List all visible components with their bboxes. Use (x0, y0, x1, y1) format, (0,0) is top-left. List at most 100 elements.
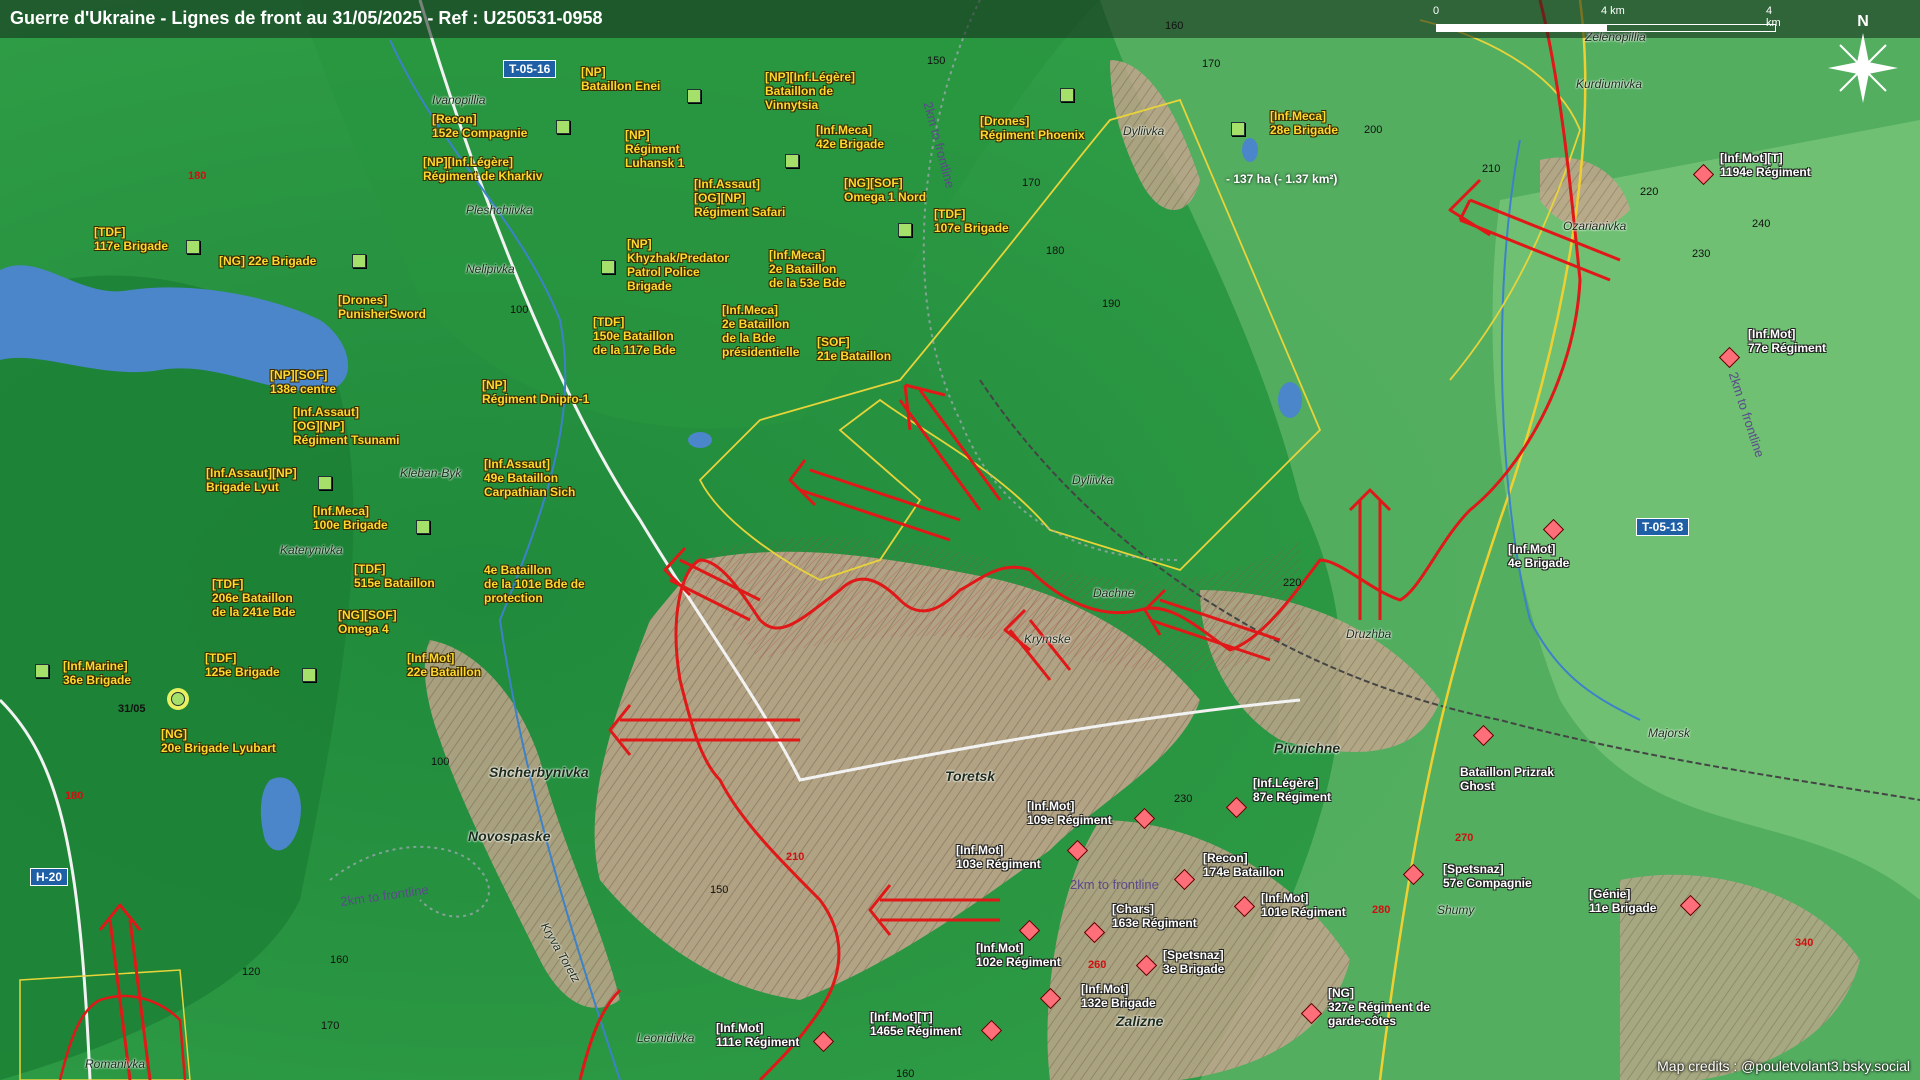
unit-label: [Inf.Mot][T] 1465e Régiment (870, 1010, 962, 1038)
ua-unit[interactable]: [Inf.Meca] 2e Bataillon de la Bde présid… (722, 303, 799, 359)
ua-unit[interactable]: [TDF] 117e Brigade (94, 225, 168, 253)
ua-unit[interactable]: [Inf.Mot] 22e Bataillon (407, 651, 481, 679)
date-mark: 31/05 (118, 703, 146, 715)
ua-unit[interactable]: [TDF] 107e Brigade (934, 207, 1009, 235)
unit-label: [Spetsnaz] 3e Brigade (1163, 948, 1225, 976)
ru-unit[interactable]: [Inf.Mot] 4e Brigade (1508, 542, 1569, 570)
unit-label: [Inf.Mot] 101e Régiment (1261, 891, 1346, 919)
ua-unit[interactable]: [Recon] 152e Compagnie (432, 112, 527, 140)
place: Novospaske (468, 828, 551, 844)
ru-unit[interactable]: [Inf.Mot] 77e Régiment (1748, 327, 1826, 355)
elev: 150 (710, 884, 729, 896)
ru-unit[interactable]: [Inf.Mot] 111e Régiment (716, 1021, 799, 1049)
ua-unit[interactable]: [Drones] Régiment Phoenix (980, 114, 1085, 142)
place: Toretsk (945, 768, 996, 784)
ua-unit[interactable]: [NG] 22e Brigade (219, 254, 316, 268)
unit-label: [TDF] 515e Bataillon (354, 562, 435, 590)
ru-unit[interactable]: [Inf.Mot] 109e Régiment (1027, 799, 1112, 827)
ua-unit[interactable]: [Drones] PunisherSword (338, 293, 426, 321)
ua-unit[interactable]: [Inf.Meca] 28e Brigade (1270, 109, 1338, 137)
ua-unit[interactable]: [NP] Khyzhak/Predator Patrol Police Brig… (627, 237, 729, 293)
elev: 160 (1165, 20, 1184, 32)
ua-unit[interactable]: [Inf.Meca] 100e Brigade (313, 504, 388, 532)
ua-unit[interactable]: [NP][Inf.Légère] Régiment de Kharkiv (423, 155, 542, 183)
ua-unit[interactable]: [Inf.Marine] 36e Brigade (63, 659, 131, 687)
ua-unit[interactable]: [Inf.Assaut] 49e Bataillon Carpathian Si… (484, 457, 575, 499)
ru-unit[interactable]: [Recon] 174e Bataillon (1203, 851, 1284, 879)
place: Ozarianivka (1563, 219, 1627, 233)
ru-unit[interactable]: [Inf.Mot] 102e Régiment (976, 941, 1061, 969)
ua-unit[interactable]: [NP][SOF] 138e centre (270, 368, 336, 396)
ru-unit[interactable]: [Inf.Mot][T] 1194e Régiment (1720, 151, 1811, 179)
ua-unit-symbol[interactable] (687, 89, 701, 103)
ua-unit[interactable]: [TDF] 125e Brigade (205, 651, 280, 679)
ua-unit[interactable]: [Inf.Assaut][NP] Brigade Lyut (206, 466, 297, 494)
ru-unit[interactable]: [Inf.Mot][T] 1465e Régiment (870, 1010, 961, 1038)
ua-unit[interactable]: [NP] Régiment Dnipro-1 (482, 378, 589, 406)
ua-unit[interactable]: [TDF] 150e Bataillon de la 117e Bde (593, 315, 676, 357)
ua-unit-symbol[interactable] (186, 240, 200, 254)
unit-label: [Inf.Meca] 2e Bataillon de la Bde présid… (722, 303, 800, 359)
ua-unit[interactable]: [Inf.Assaut] [OG][NP] Régiment Tsunami (293, 405, 399, 447)
unit-label: [Inf.Mot] 109e Régiment (1027, 799, 1112, 827)
ua-unit-symbol[interactable] (1231, 122, 1245, 136)
ua-unit-symbol[interactable] (302, 668, 316, 682)
place: Kleban-Byk (400, 466, 462, 480)
unit-label: [Inf.Meca] 42e Brigade (816, 123, 885, 151)
place: Dachne (1093, 586, 1135, 600)
ru-unit[interactable]: [Génie] 11e Brigade (1589, 887, 1656, 915)
ru-unit[interactable]: [Inf.Mot] 101e Régiment (1261, 891, 1346, 919)
ua-unit[interactable]: [Inf.Meca] 42e Brigade (816, 123, 884, 151)
ru-unit[interactable]: [Inf.Mot] 132e Brigade (1081, 982, 1156, 1010)
ua-unit-symbol[interactable] (171, 692, 185, 706)
ua-unit[interactable]: [NG][SOF] Omega 4 (338, 608, 397, 636)
ua-unit-symbol[interactable] (1060, 88, 1074, 102)
ru-unit[interactable]: [NG] 327e Régiment de garde-côtes (1328, 986, 1430, 1028)
ru-unit[interactable]: [Inf.Légère] 87e Régiment (1253, 776, 1331, 804)
scale-tick-2: 4 km (1601, 5, 1625, 17)
elev: 160 (896, 1068, 915, 1080)
elev: 160 (330, 954, 349, 966)
ru-unit[interactable]: Bataillon Prizrak Ghost (1460, 765, 1554, 793)
ua-unit-symbol[interactable] (318, 476, 332, 490)
compass-icon: N (1828, 13, 1898, 103)
elev: 180 (188, 170, 207, 182)
ua-unit[interactable]: [TDF] 206e Bataillon de la 241e Bde (212, 577, 295, 619)
elev: 170 (321, 1020, 340, 1032)
ru-unit[interactable]: [Spetsnaz] 3e Brigade (1163, 948, 1224, 976)
ua-unit[interactable]: [Inf.Assaut] [OG][NP] Régiment Safari (694, 177, 785, 219)
ru-unit[interactable]: [Chars] 163e Régiment (1112, 902, 1197, 930)
route-label-south: 2km to frontline (1070, 877, 1159, 892)
elev: 340 (1795, 937, 1814, 949)
road-badge-t0513: T-05-13 (1636, 518, 1690, 536)
place: Shcherbynivka (489, 764, 589, 780)
ua-unit[interactable]: [Inf.Meca] 2e Bataillon de la 53e Bde (769, 248, 846, 290)
ua-unit-symbol[interactable] (416, 520, 430, 534)
unit-label: [Inf.Légère] 87e Régiment (1253, 776, 1332, 804)
unit-label: [Spetsnaz] 57e Compagnie (1443, 862, 1532, 890)
ua-unit[interactable]: [NG] 20e Brigade Lyubart (161, 727, 276, 755)
ru-unit[interactable]: [Spetsnaz] 57e Compagnie (1443, 862, 1532, 890)
unit-label: [Drones] Régiment Phoenix (980, 114, 1085, 142)
ua-unit[interactable]: [NP] Régiment Luhansk 1 (625, 128, 684, 170)
ua-unit[interactable]: [NP][Inf.Légère] Bataillon de Vinnytsia (765, 70, 855, 112)
ua-unit-symbol[interactable] (556, 120, 570, 134)
ua-unit-symbol[interactable] (352, 254, 366, 268)
elev: 240 (1752, 218, 1771, 230)
elev: 210 (786, 851, 805, 863)
ru-unit[interactable]: [Inf.Mot] 103e Régiment (956, 843, 1041, 871)
unit-label: [Recon] 152e Compagnie (432, 112, 528, 140)
place: Dyliivka (1072, 473, 1114, 487)
ua-unit-symbol[interactable] (898, 223, 912, 237)
ua-unit[interactable]: 4e Bataillon de la 101e Bde de protectio… (484, 563, 585, 605)
ua-unit[interactable]: [SOF] 21e Bataillon (817, 335, 891, 363)
ua-unit-symbol[interactable] (785, 154, 799, 168)
ua-unit-symbol[interactable] (601, 260, 615, 274)
ua-unit[interactable]: [TDF] 515e Bataillon (354, 562, 435, 590)
map-canvas[interactable] (0, 0, 1920, 1080)
ua-unit[interactable]: [NP] Bataillon Enei (581, 65, 660, 93)
ua-unit[interactable]: [NG][SOF] Omega 1 Nord (844, 176, 926, 204)
elev: 220 (1640, 186, 1659, 198)
ua-unit-symbol[interactable] (35, 664, 49, 678)
north-arrow: N (1818, 8, 1908, 118)
